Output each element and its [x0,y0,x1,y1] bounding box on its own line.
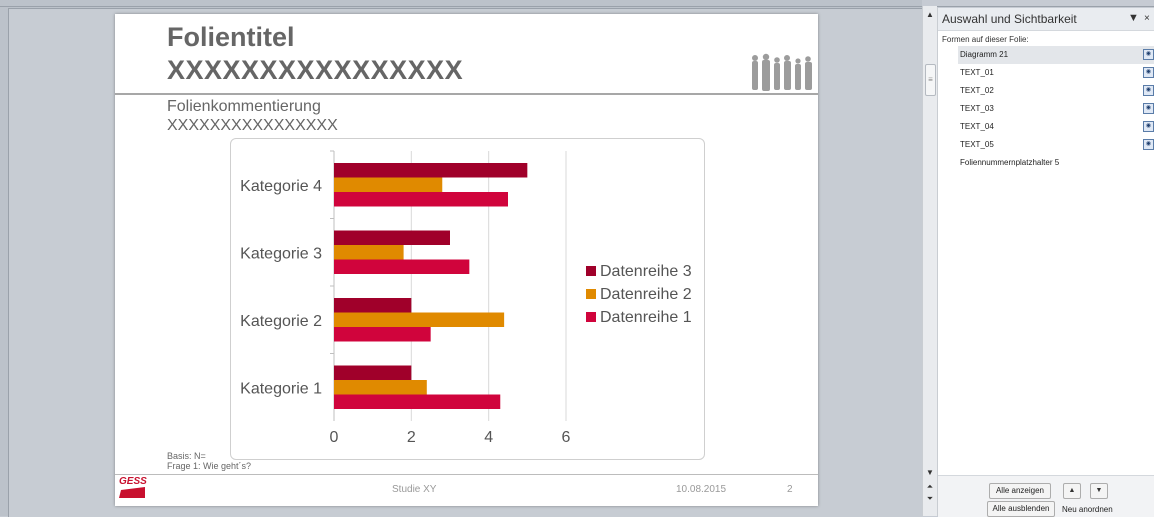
top-divider [0,6,1154,7]
shape-list-item[interactable]: Foliennummernplatzhalter 5 [958,154,1154,172]
bar [334,312,505,327]
bar [334,230,450,245]
shape-list-item[interactable]: TEXT_04 ◉ [958,118,1154,136]
visibility-toggle-icon[interactable]: ◉ [1143,139,1154,150]
gess-logo-text: GESS [119,476,147,487]
shape-name[interactable]: TEXT_02 [960,86,994,95]
pane-footer: Alle anzeigen Alle ausblenden ▲ ▼ Neu an… [938,475,1154,517]
question-note[interactable]: Frage 1: Wie geht´s? [167,461,251,471]
pane-subtitle: Formen auf dieser Folie: [942,35,1029,44]
bar [334,298,412,313]
vertical-scrollbar[interactable]: ▲ ≡ ▼ ⏶ ⏷ [922,6,937,516]
slide-title-line1[interactable]: Folientitel [167,22,295,53]
shape-name[interactable]: TEXT_01 [960,68,994,77]
footer-divider [115,474,818,475]
scroll-down-arrow-icon[interactable]: ▼ [925,468,935,477]
x-tick-label: 0 [330,429,339,446]
selection-pane: Auswahl und Sichtbarkeit ▼ × Formen auf … [937,8,1154,517]
slide-title-line2[interactable]: XXXXXXXXXXXXXXXX [167,55,463,86]
shape-list-item[interactable]: TEXT_02 ◉ [958,82,1154,100]
category-label: Kategorie 2 [240,313,322,330]
category-label: Kategorie 3 [240,245,322,262]
slide-comment-line1[interactable]: Folienkommentierung [167,98,321,116]
slide-comment-line2[interactable]: XXXXXXXXXXXXXXXX [167,117,338,135]
bar [334,259,470,274]
category-label: Kategorie 4 [240,178,322,195]
visibility-toggle-icon[interactable]: ◉ [1143,103,1154,114]
arrow-up-icon: ▲ [1068,487,1076,494]
legend-swatch [586,289,596,299]
bar-chart: 0 2 4 6 Kategorie 1 Kategorie 2 Kategorie 3 Kat… [240,150,692,446]
bar [334,192,508,207]
move-down-button[interactable]: ▼ [1090,483,1108,499]
bar [334,245,404,260]
pane-title: Auswahl und Sichtbarkeit [942,12,1077,26]
legend-swatch [586,312,596,322]
move-up-button[interactable]: ▲ [1063,483,1081,499]
visibility-toggle-icon[interactable]: ◉ [1143,121,1154,132]
footer-study: Studie XY [392,484,437,495]
shape-list-item[interactable]: Diagramm 21 ◉ [958,46,1154,64]
x-tick-label: 2 [407,429,416,446]
x-tick-label: 4 [484,429,493,446]
footer-page-number: 2 [787,484,793,495]
slide[interactable]: Folientitel XXXXXXXXXXXXXXXX Folienkomme… [115,14,818,506]
close-icon[interactable]: × [1144,13,1150,24]
logo-mark-icon [119,487,145,498]
shape-name[interactable]: TEXT_03 [960,104,994,113]
scroll-thumb[interactable]: ≡ [925,64,936,96]
arrow-down-icon: ▼ [1095,487,1103,494]
footer-date: 10.08.2015 [676,484,727,495]
chart-diagramm-21[interactable]: 0 2 4 6 Kategorie 1 Kategorie 2 Kategorie 3 Kat… [230,138,705,460]
visibility-toggle-icon[interactable]: ◉ [1143,85,1154,96]
shape-name[interactable]: Diagramm 21 [960,50,1008,59]
bar [334,394,501,409]
shape-list: Diagramm 21 ◉ TEXT_01 ◉ TEXT_02 ◉ TEXT_03 ◉ TEXT… [958,46,1154,172]
legend-label: Datenreihe 3 [600,263,692,280]
x-tick-label: 6 [562,429,571,446]
people-silhouette-icon [752,53,812,91]
category-label: Kategorie 1 [240,380,322,397]
shape-name[interactable]: Foliennummernplatzhalter 5 [960,158,1059,167]
hide-all-button[interactable]: Alle ausblenden [987,501,1055,517]
legend-label: Datenreihe 2 [600,286,692,303]
visibility-toggle-icon[interactable]: ◉ [1143,49,1154,60]
pane-dropdown-icon[interactable]: ▼ [1128,12,1139,24]
visibility-toggle-icon[interactable]: ◉ [1143,67,1154,78]
bar [334,365,412,380]
bar [334,177,443,192]
show-all-button[interactable]: Alle anzeigen [989,483,1051,499]
legend-label: Datenreihe 1 [600,309,692,326]
gess-logo: GESS [119,476,147,500]
bar [334,380,427,395]
next-slide-icon[interactable]: ⏷ [925,494,935,504]
bar [334,163,528,178]
shape-name[interactable]: TEXT_04 [960,122,994,131]
basis-note[interactable]: Basis: N= [167,451,206,461]
reorder-label: Neu anordnen [1062,505,1113,514]
shape-list-item[interactable]: TEXT_05 ◉ [958,136,1154,154]
legend-swatch [586,266,596,276]
pane-header: Auswahl und Sichtbarkeit ▼ × [938,8,1154,31]
shape-list-item[interactable]: TEXT_03 ◉ [958,100,1154,118]
title-divider [115,93,818,95]
shape-list-item[interactable]: TEXT_01 ◉ [958,64,1154,82]
shape-name[interactable]: TEXT_05 [960,140,994,149]
previous-slide-icon[interactable]: ⏶ [925,482,935,492]
bar [334,327,431,342]
scroll-up-arrow-icon[interactable]: ▲ [925,10,935,19]
